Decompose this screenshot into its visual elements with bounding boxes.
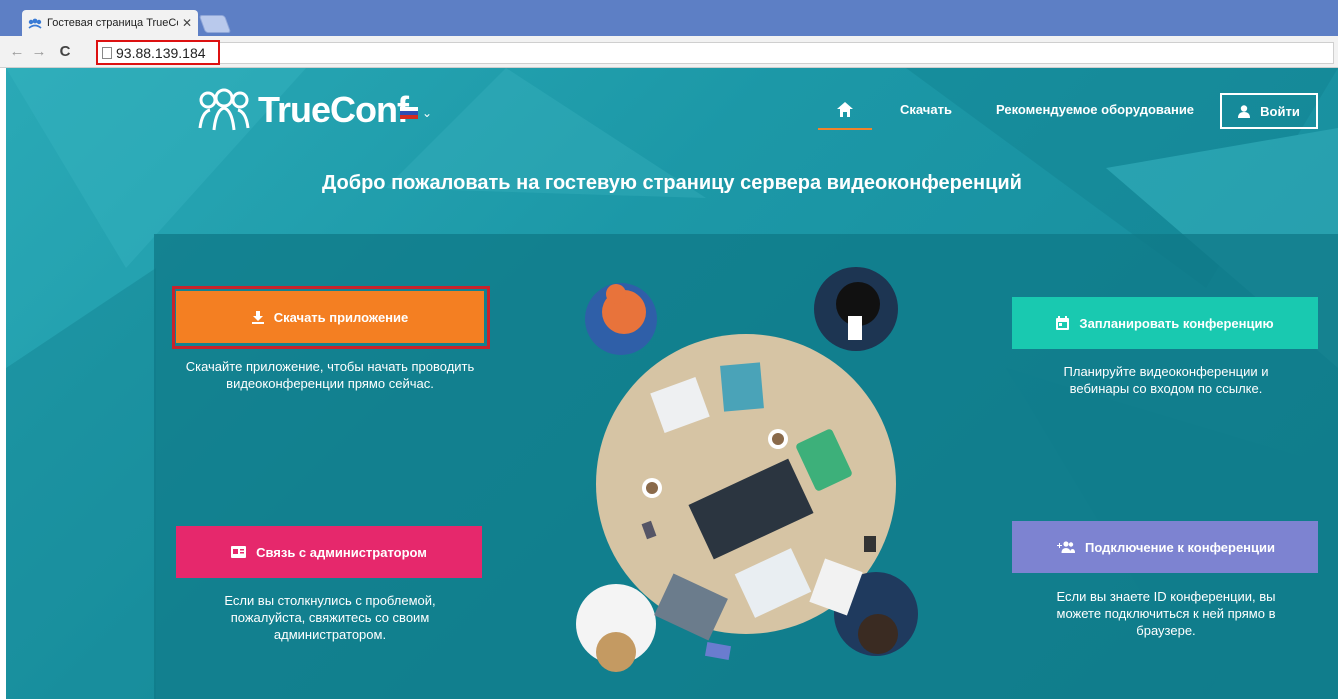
contact-admin-label: Связь с администратором	[256, 544, 427, 560]
logo-people-icon	[198, 88, 250, 131]
logo-text: TrueConf	[258, 89, 409, 130]
address-bar[interactable]: 93.88.139.184	[96, 40, 220, 65]
schedule-conference-label: Запланировать конференцию	[1079, 315, 1274, 331]
nav-equipment[interactable]: Рекомендуемое оборудование	[996, 102, 1194, 117]
add-group-icon	[1056, 541, 1075, 553]
browser-tab[interactable]: Гостевая страница TrueCor ✕	[22, 10, 198, 36]
join-description: Если вы знаете ID конференции, вы можете…	[1056, 589, 1276, 638]
language-selector[interactable]: ⌄	[400, 106, 432, 120]
admin-description: Если вы столкнулись с проблемой, пожалуй…	[224, 593, 436, 642]
welcome-heading: Добро пожаловать на гостевую страницу се…	[322, 172, 1022, 194]
trueconf-logo[interactable]: TrueConf	[196, 88, 409, 132]
join-conference-button[interactable]: Подключение к конференции	[1012, 521, 1318, 573]
navigation-bar: ← → C 93.88.139.184	[0, 36, 1338, 68]
page-icon	[102, 46, 112, 59]
person-bottom-left	[576, 584, 656, 672]
forward-arrow-icon[interactable]: →	[28, 43, 50, 60]
url-text: 93.88.139.184	[116, 44, 206, 61]
address-bar-field[interactable]	[220, 42, 1334, 64]
trueconf-favicon-icon	[28, 18, 42, 29]
download-app-button[interactable]: Скачать приложение	[176, 291, 484, 343]
person-top-right	[814, 267, 898, 351]
russian-flag-icon	[400, 107, 418, 119]
nav-download[interactable]: Скачать	[900, 102, 952, 117]
contact-card-icon	[231, 546, 247, 558]
reload-icon[interactable]: C	[54, 43, 76, 60]
guest-page: TrueConf ⌄ Скачать Рекомендуемое оборудо…	[6, 68, 1338, 699]
home-icon	[837, 102, 853, 117]
meeting-illustration	[576, 267, 918, 672]
schedule-description: Планируйте видеоконференции и вебинары с…	[1063, 364, 1269, 396]
download-app-label: Скачать приложение	[273, 309, 409, 325]
new-tab-button[interactable]	[198, 15, 232, 33]
user-icon	[1238, 104, 1251, 118]
login-label: Войти	[1260, 103, 1300, 119]
join-conference-label: Подключение к конференции	[1084, 539, 1276, 555]
tab-strip: Гостевая страница TrueCor ✕	[0, 0, 1338, 36]
download-icon	[251, 310, 264, 324]
nav-home[interactable]	[818, 94, 872, 130]
back-arrow-icon[interactable]: ←	[6, 43, 28, 60]
download-description: Скачайте приложение, чтобы начать провод…	[185, 359, 475, 391]
tab-title: Гостевая страница TrueCor	[47, 17, 178, 29]
browser-chrome: Гостевая страница TrueCor ✕ ← → C 93.88.…	[0, 0, 1338, 68]
schedule-conference-button[interactable]: Запланировать конференцию	[1012, 297, 1318, 349]
chevron-down-icon: ⌄	[422, 106, 433, 120]
person-top-left	[585, 283, 657, 355]
calendar-icon	[1056, 316, 1070, 330]
login-button[interactable]: Войти	[1220, 93, 1318, 129]
contact-admin-button[interactable]: Связь с администратором	[176, 526, 482, 578]
close-tab-icon[interactable]: ✕	[182, 16, 192, 30]
